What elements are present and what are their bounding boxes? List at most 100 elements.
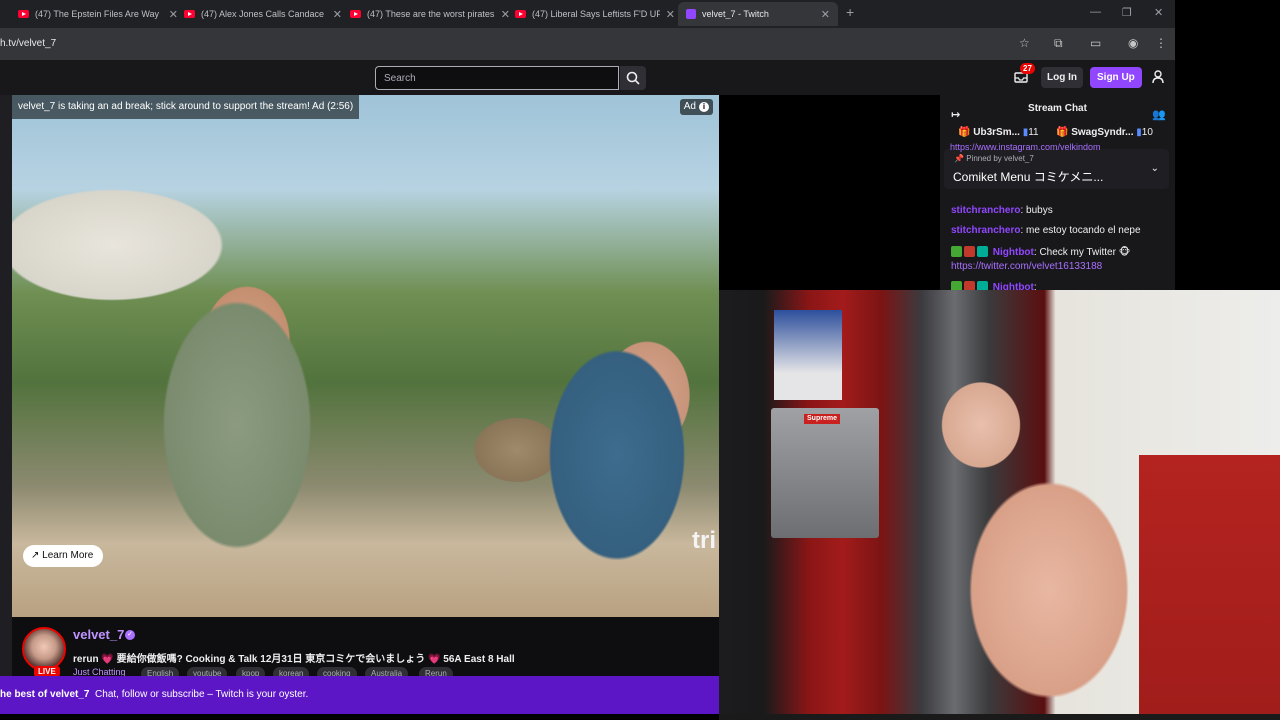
chat-message: Nightbot: Check my Twitter 🐵 [951, 246, 1130, 258]
signup-button[interactable]: Sign Up [1090, 67, 1142, 88]
ad-break-banner: velvet_7 is taking an ad break; stick ar… [12, 95, 360, 119]
ad-overlay-text: tri [692, 527, 716, 554]
chevron-down-icon[interactable]: ⌄ [1151, 163, 1159, 174]
extensions-icon[interactable]: ⧉ [1054, 36, 1063, 51]
tab-title: (47) Alex Jones Calls Candace O [201, 9, 327, 19]
verified-icon: ✓ [125, 630, 135, 640]
chat-username[interactable]: Nightbot [993, 247, 1034, 258]
chat-username[interactable]: stitchranchero [951, 205, 1020, 216]
learn-more-label: Learn More [42, 550, 94, 561]
stream-chat: ↦ Stream Chat 👥 🎁 Ub3rSm... ▮11 🎁 SwagSy… [940, 95, 1175, 290]
box-image [774, 310, 842, 400]
chat-message: stitchranchero: bubys [951, 205, 1053, 216]
browser-tab[interactable]: (47) These are the worst pirates ✕ [350, 2, 510, 26]
stream-title: rerun 💗 要給你做飯嗎? Cooking & Talk 12月31日 東京… [73, 654, 515, 665]
chat-link[interactable]: https://twitter.com/velvet16133188 [951, 261, 1102, 272]
info-icon[interactable]: i [699, 102, 709, 112]
tab-title: (47) These are the worst pirates [367, 9, 495, 19]
external-arrow-icon: ↗ [31, 550, 40, 561]
verified-bot-badge-icon [951, 281, 962, 290]
close-tab-icon[interactable]: ✕ [169, 8, 178, 21]
gifter-count: 11 [1028, 127, 1039, 138]
moderator-badge-icon [964, 246, 975, 257]
inbox-badge: 27 [1020, 63, 1035, 74]
chat-title: Stream Chat [1028, 103, 1087, 114]
ad-label: Ad i [679, 99, 713, 115]
channel-info: LIVE velvet_7 ✓ rerun 💗 要給你做飯嗎? Cooking … [12, 617, 719, 681]
user-icon[interactable] [1152, 70, 1164, 84]
gifter-count: 10 [1141, 127, 1153, 138]
new-tab-button[interactable]: + [846, 4, 854, 20]
bot-badge-icon [977, 246, 988, 257]
youtube-icon [515, 10, 526, 18]
youtube-icon [184, 10, 195, 18]
chat-text: me estoy tocando el nepe [1026, 225, 1141, 236]
search-input[interactable]: Search [375, 66, 619, 90]
restore-button[interactable]: ❐ [1122, 6, 1132, 19]
webcam-overlay: Supreme [719, 290, 1280, 720]
search-button[interactable] [620, 66, 646, 90]
pinned-message[interactable]: 📌 Pinned by velvet_7 Comiket Menu コミケメニ.… [944, 149, 1169, 189]
close-tab-icon[interactable]: ✕ [333, 8, 342, 21]
pin-icon: 📌 [954, 154, 964, 163]
chat-message: Nightbot: [951, 281, 1037, 290]
channel-name[interactable]: velvet_7 [73, 627, 124, 642]
verified-bot-badge-icon [951, 246, 962, 257]
chat-message: stitchranchero: me estoy tocando el nepe [951, 225, 1141, 236]
search-icon [626, 71, 640, 85]
browser-tab[interactable]: (47) The Epstein Files Are Way ✕ [18, 2, 178, 26]
tab-title: (47) Liberal Says Leftists F'D UP [532, 9, 660, 19]
pinned-by-label: Pinned by [966, 154, 1002, 163]
close-tab-icon[interactable]: ✕ [666, 8, 675, 21]
learn-more-button[interactable]: ↗ Learn More [23, 545, 104, 567]
bed-image [1139, 455, 1280, 720]
moderator-badge-icon [964, 281, 975, 290]
chat-username[interactable]: stitchranchero [951, 225, 1020, 236]
url-field[interactable]: h.tv/velvet_7 [0, 38, 56, 49]
youtube-icon [18, 10, 29, 18]
promo-text: Chat, follow or subscribe – Twitch is yo… [95, 689, 309, 700]
tab-title: (47) The Epstein Files Are Way [35, 9, 160, 19]
gifter-name: SwagSyndr... [1071, 127, 1134, 138]
collapsed-sidebar[interactable] [0, 95, 12, 676]
gift-icon: 🎁 [958, 127, 971, 138]
pinned-link[interactable]: https://www.instagram.com/velkindom [950, 142, 1101, 152]
close-window-button[interactable]: ✕ [1154, 6, 1163, 19]
promo-bold-text: he best of velvet_7 [0, 689, 90, 700]
minimize-button[interactable]: — [1090, 6, 1101, 18]
tab-title: velvet_7 - Twitch [702, 9, 769, 19]
video-player[interactable]: velvet_7 is taking an ad break; stick ar… [12, 95, 719, 617]
gifter-name: Ub3rSm... [973, 127, 1020, 138]
browser-tab-active[interactable]: velvet_7 - Twitch ✕ [678, 2, 838, 26]
channel-avatar[interactable] [22, 627, 66, 671]
browser-tab-strip: (47) The Epstein Files Are Way ✕ (47) Al… [0, 0, 1175, 28]
youtube-icon [350, 10, 361, 18]
webcam-bottom-edge [719, 714, 1280, 720]
top-gifters-row: 🎁 Ub3rSm... ▮11 🎁 SwagSyndr... ▮10 [940, 122, 1175, 144]
close-tab-icon[interactable]: ✕ [501, 8, 510, 21]
pinned-text: Comiket Menu コミケメニ... [953, 170, 1104, 184]
twitch-top-nav: Search 27 Log In Sign Up [0, 60, 1175, 95]
close-tab-icon[interactable]: ✕ [821, 8, 830, 21]
chat-username[interactable]: Nightbot [993, 282, 1034, 290]
gifter-entry[interactable]: 🎁 Ub3rSm... ▮11 [958, 127, 1039, 138]
pinned-user: velvet_7 [1004, 154, 1034, 163]
chat-text: bubys [1026, 205, 1053, 216]
chat-text: Check my Twitter 🐵 [1039, 247, 1131, 258]
login-button[interactable]: Log In [1041, 67, 1083, 88]
bookmark-star-icon[interactable]: ☆ [1019, 36, 1030, 50]
mini-fridge-image [771, 408, 879, 538]
bot-badge-icon [977, 281, 988, 290]
profile-icon[interactable]: ◉ [1128, 36, 1138, 50]
browser-tab[interactable]: (47) Liberal Says Leftists F'D UP ✕ [515, 2, 675, 26]
browser-tab[interactable]: (47) Alex Jones Calls Candace O ✕ [184, 2, 342, 26]
gift-icon: 🎁 [1056, 127, 1069, 138]
ad-label-text: Ad [683, 101, 696, 112]
pinned-by: 📌 Pinned by velvet_7 [954, 154, 1034, 163]
menu-icon[interactable]: ⋮ [1155, 36, 1167, 50]
twitch-icon [686, 9, 696, 19]
signup-promo-bar[interactable]: he best of velvet_7 Chat, follow or subs… [0, 676, 719, 714]
address-bar: h.tv/velvet_7 ☆ ⧉ ▭ ◉ ⋮ [0, 28, 1175, 60]
gifter-entry[interactable]: 🎁 SwagSyndr... ▮10 [1056, 127, 1153, 138]
sidepanel-icon[interactable]: ▭ [1090, 36, 1101, 50]
